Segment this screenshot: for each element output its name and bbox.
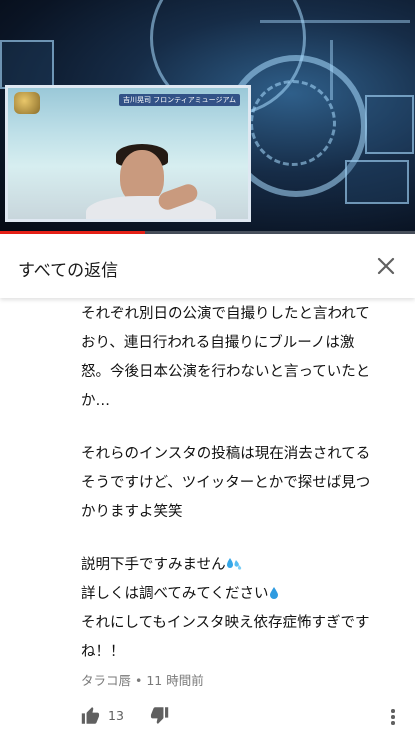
comment-paragraph-1: それぞれ別日の公演で自撮りしたと言われて おり、連日行われる自撮りにブルーノは激…	[81, 300, 401, 416]
comment-text: それぞれ別日の公演で自撮りしたと言われて おり、連日行われる自撮りにブルーノは激…	[81, 300, 401, 667]
more-options-button[interactable]	[383, 706, 403, 728]
thumbs-up-icon	[81, 707, 100, 724]
comment-line: 説明下手ですみません	[81, 551, 401, 580]
like-count: 13	[108, 707, 124, 723]
more-vert-icon	[391, 709, 395, 713]
more-vert-icon-dot	[391, 715, 395, 719]
hud-panel-decoration	[345, 160, 409, 204]
comment-actions: 13	[81, 706, 411, 728]
hud-panel-decoration	[0, 40, 54, 89]
hud-line-decoration	[330, 40, 333, 100]
channel-logo	[14, 92, 40, 114]
hud-panel-decoration	[365, 95, 414, 154]
comment-line: それらのインスタの投稿は現在消去されてる	[81, 446, 371, 462]
comment-paragraph-3: 説明下手ですみません 詳しくは調べてみてください それにしてもインスタ映え依存症…	[81, 551, 401, 667]
close-button[interactable]	[371, 251, 401, 281]
thumbs-down-icon	[150, 707, 169, 724]
hud-ring-decoration	[250, 80, 336, 166]
comment-line-text: 詳しくは調べてみてください	[81, 586, 269, 602]
comment-line: それにしてもインスタ映え依存症怖すぎです	[81, 615, 370, 631]
comment-line: 怒。今後日本公演を行わないと言っていたと	[81, 364, 371, 380]
more-vert-icon-dot	[391, 721, 395, 725]
comment-line: おり、連日行われる自撮りにブルーノは激	[81, 335, 355, 351]
comment-line-text: 説明下手ですみません	[81, 557, 226, 573]
comment-line: か…	[81, 393, 110, 409]
close-icon	[377, 257, 395, 275]
comment-paragraph-2: それらのインスタの投稿は現在消去されてる そうですけど、ツイッターとかで探せば見…	[81, 440, 401, 527]
replies-header: すべての返信	[0, 234, 415, 298]
hud-line-decoration	[260, 20, 410, 23]
video-inset-frame: 吉川晃司 フロンティアミュージアム	[5, 85, 251, 222]
dislike-button[interactable]	[150, 707, 169, 729]
like-button[interactable]: 13	[81, 706, 124, 724]
person-body	[86, 196, 216, 219]
sweat-drops-icon	[226, 558, 241, 570]
comment-line: 詳しくは調べてみてください	[81, 580, 401, 609]
meta-separator: •	[135, 673, 143, 688]
comment-timestamp: 11 時間前	[146, 673, 204, 688]
inset-caption: 吉川晃司 フロンティアミュージアム	[118, 94, 240, 106]
replies-title: すべての返信	[18, 261, 119, 281]
comment-line: それぞれ別日の公演で自撮りしたと言われて	[81, 306, 370, 322]
droplet-icon	[270, 587, 279, 599]
video-player[interactable]: 吉川晃司 フロンティアミュージアム	[0, 0, 415, 234]
comment-line: かりますよ笑笑	[81, 504, 183, 520]
comment-line: ね！！	[81, 644, 125, 660]
comment-author[interactable]: タラコ唇	[81, 673, 131, 688]
comment-meta: タラコ唇 • 11 時間前	[81, 670, 204, 689]
comment-line: そうですけど、ツイッターとかで探せば見つ	[81, 475, 371, 491]
